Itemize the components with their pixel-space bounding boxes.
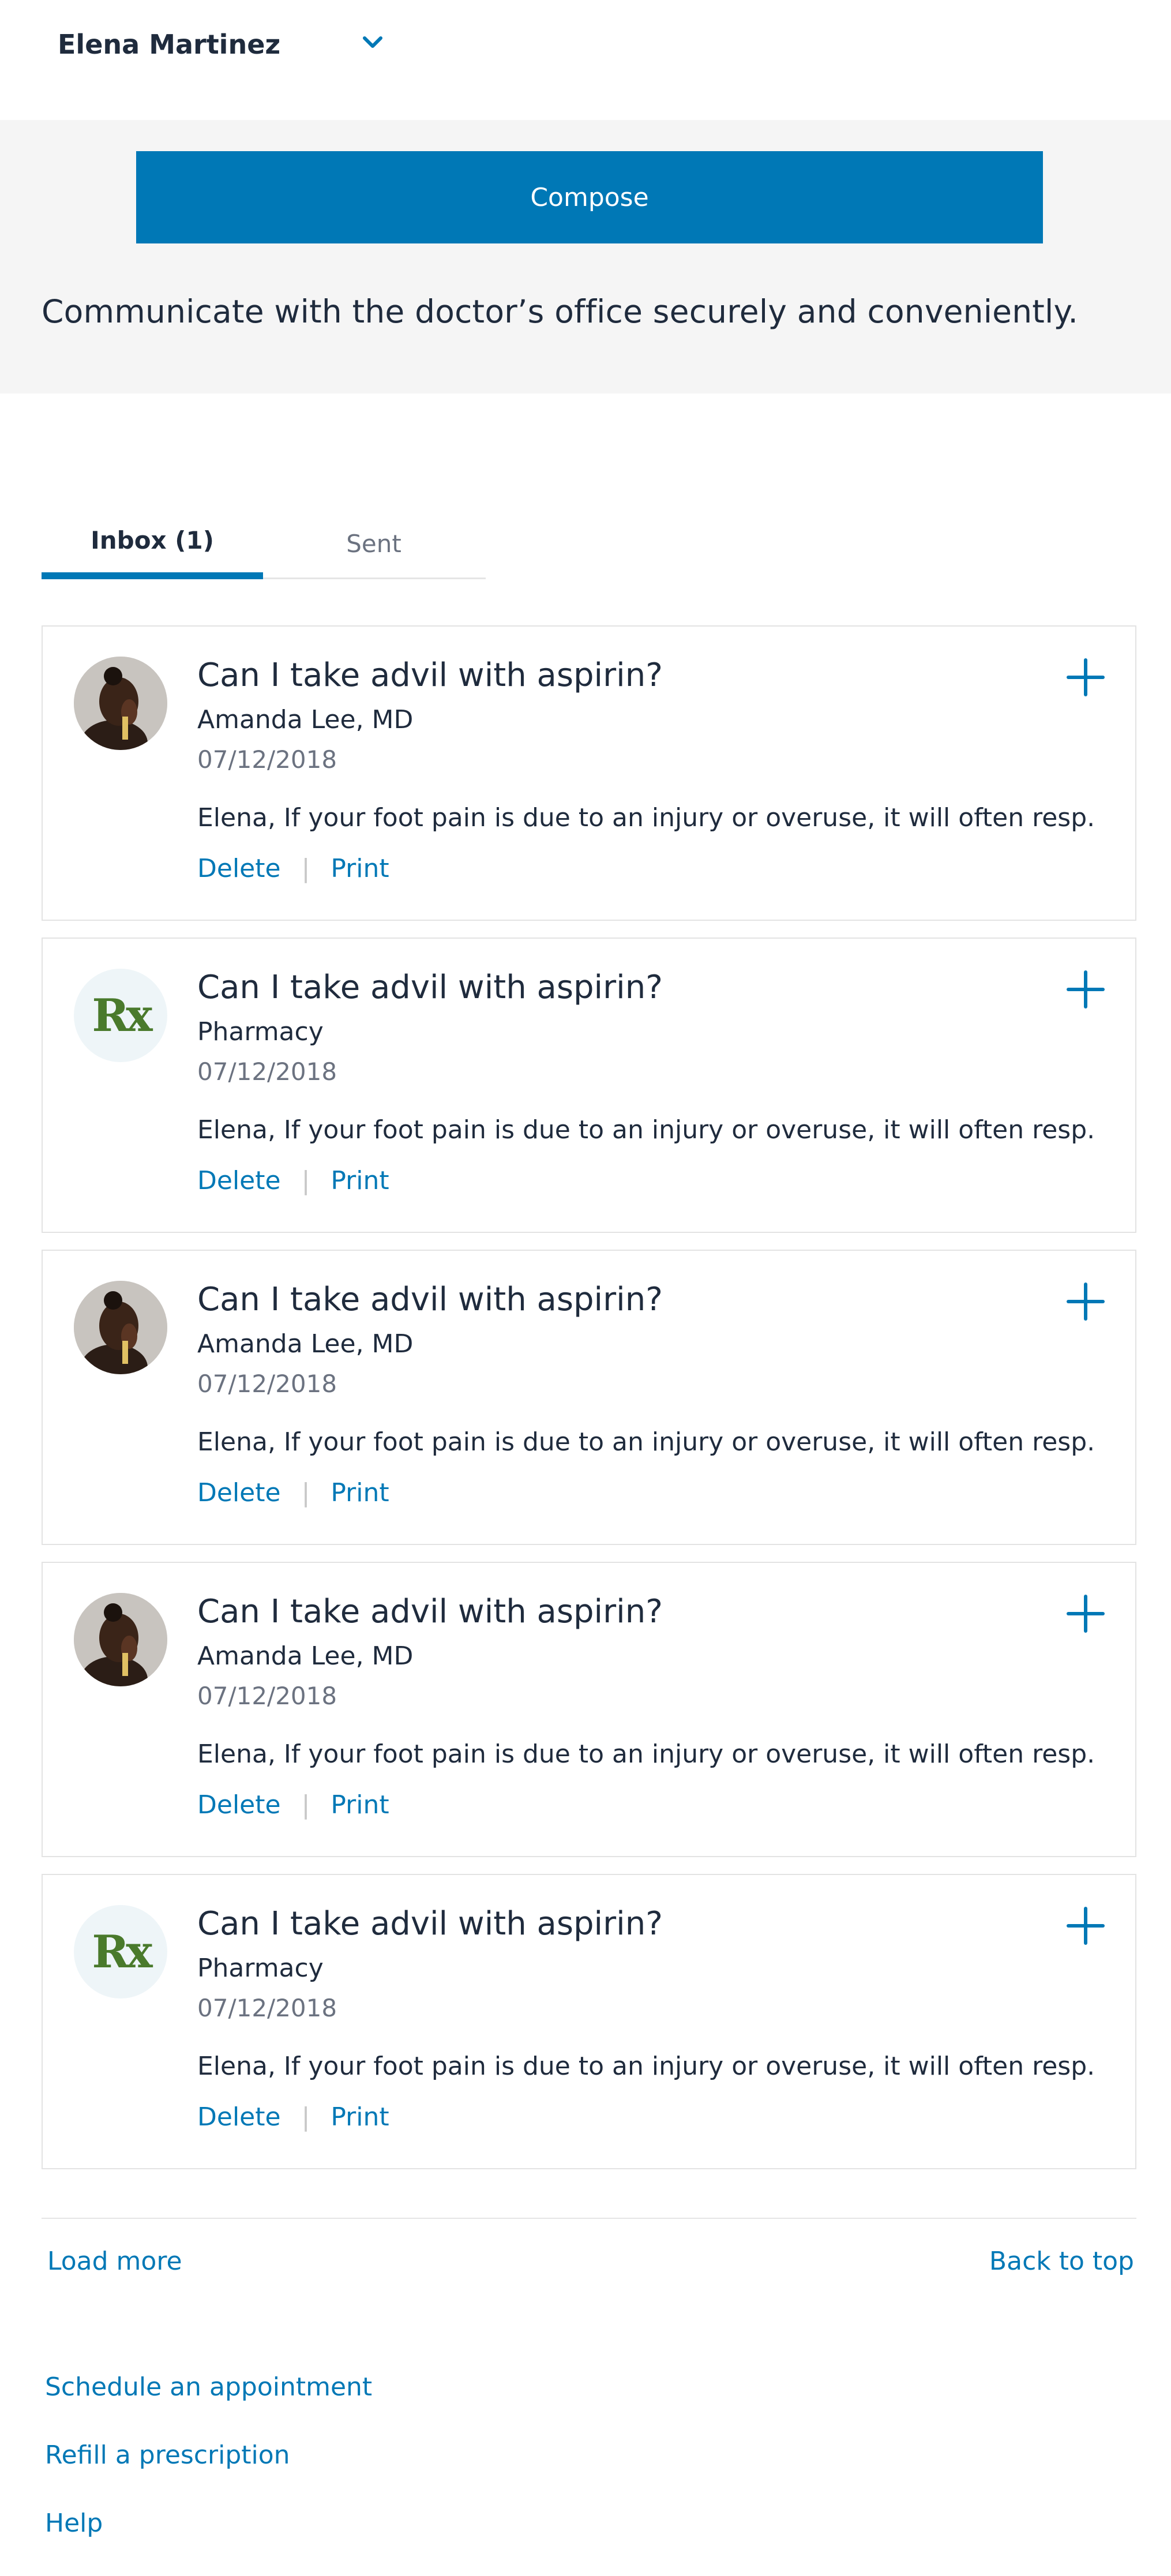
message-date: 07/12/2018	[197, 1058, 337, 1086]
message-sender: Pharmacy	[197, 1017, 324, 1047]
action-separator: |	[301, 1790, 310, 1820]
plus-icon[interactable]	[1065, 1593, 1106, 1634]
message-sender: Amanda Lee, MD	[197, 1641, 414, 1671]
message-actions: Delete | Print	[197, 1790, 389, 1820]
compose-button[interactable]: Compose	[136, 151, 1043, 243]
message-date: 07/12/2018	[197, 1994, 337, 2022]
message-preview: Elena, If your foot pain is due to an in…	[197, 1115, 1097, 1145]
rx-icon: Rx	[92, 989, 152, 1042]
message-preview: Elena, If your foot pain is due to an in…	[197, 803, 1097, 833]
print-link[interactable]: Print	[331, 2102, 389, 2132]
load-more-link[interactable]: Load more	[47, 2247, 182, 2276]
message-sender: Amanda Lee, MD	[197, 1329, 414, 1359]
print-link[interactable]: Print	[331, 1790, 389, 1820]
message-sender: Pharmacy	[197, 1953, 324, 1983]
doctor-avatar	[74, 1593, 167, 1686]
schedule-appointment-link[interactable]: Schedule an appointment	[45, 2372, 372, 2402]
message-actions: Delete | Print	[197, 1166, 389, 1195]
hero-description: Communicate with the doctor’s office sec…	[42, 293, 1079, 330]
message-title[interactable]: Can I take advil with aspirin?	[197, 657, 663, 694]
delete-link[interactable]: Delete	[197, 1478, 281, 1508]
refill-prescription-link[interactable]: Refill a prescription	[45, 2440, 290, 2470]
plus-icon[interactable]	[1065, 969, 1106, 1010]
tab-sent[interactable]: Sent	[263, 508, 485, 579]
message-preview: Elena, If your foot pain is due to an in…	[197, 1427, 1097, 1457]
action-separator: |	[301, 854, 310, 883]
delete-link[interactable]: Delete	[197, 2102, 281, 2132]
message-title[interactable]: Can I take advil with aspirin?	[197, 969, 663, 1006]
action-separator: |	[301, 2102, 310, 2132]
divider	[42, 2218, 1136, 2219]
message-card[interactable]: Rx Can I take advil with aspirin? Pharma…	[42, 938, 1136, 1233]
message-title[interactable]: Can I take advil with aspirin?	[197, 1281, 663, 1318]
help-link[interactable]: Help	[45, 2508, 103, 2538]
chevron-down-icon[interactable]	[359, 29, 386, 57]
message-actions: Delete | Print	[197, 854, 389, 883]
message-card[interactable]: Can I take advil with aspirin? Amanda Le…	[42, 1562, 1136, 1857]
print-link[interactable]: Print	[331, 1166, 389, 1195]
user-bar: Elena Martinez	[0, 0, 1171, 120]
rx-icon: Rx	[92, 1925, 152, 1978]
message-date: 07/12/2018	[197, 1370, 337, 1398]
pharmacy-avatar: Rx	[74, 1905, 167, 1998]
back-to-top-link[interactable]: Back to top	[989, 2247, 1134, 2276]
message-actions: Delete | Print	[197, 2102, 389, 2132]
message-card[interactable]: Rx Can I take advil with aspirin? Pharma…	[42, 1874, 1136, 2169]
action-separator: |	[301, 1166, 310, 1195]
message-preview: Elena, If your foot pain is due to an in…	[197, 1739, 1097, 1769]
message-date: 07/12/2018	[197, 1682, 337, 1710]
user-name[interactable]: Elena Martinez	[58, 29, 280, 60]
message-card[interactable]: Can I take advil with aspirin? Amanda Le…	[42, 625, 1136, 921]
message-title[interactable]: Can I take advil with aspirin?	[197, 1905, 663, 1943]
message-date: 07/12/2018	[197, 745, 337, 774]
tab-inbox[interactable]: Inbox (1)	[42, 508, 263, 579]
delete-link[interactable]: Delete	[197, 1790, 281, 1820]
delete-link[interactable]: Delete	[197, 1166, 281, 1195]
pharmacy-avatar: Rx	[74, 969, 167, 1062]
message-actions: Delete | Print	[197, 1478, 389, 1508]
plus-icon[interactable]	[1065, 1281, 1106, 1322]
hero-section: Compose Communicate with the doctor’s of…	[0, 120, 1171, 393]
print-link[interactable]: Print	[331, 854, 389, 883]
doctor-avatar	[74, 657, 167, 750]
plus-icon[interactable]	[1065, 1905, 1106, 1947]
print-link[interactable]: Print	[331, 1478, 389, 1508]
message-sender: Amanda Lee, MD	[197, 705, 414, 734]
action-separator: |	[301, 1478, 310, 1508]
message-tabs: Inbox (1) Sent	[42, 508, 486, 579]
plus-icon[interactable]	[1065, 657, 1106, 698]
message-title[interactable]: Can I take advil with aspirin?	[197, 1593, 663, 1630]
message-card[interactable]: Can I take advil with aspirin? Amanda Le…	[42, 1250, 1136, 1545]
delete-link[interactable]: Delete	[197, 854, 281, 883]
message-preview: Elena, If your foot pain is due to an in…	[197, 2052, 1097, 2081]
doctor-avatar	[74, 1281, 167, 1374]
